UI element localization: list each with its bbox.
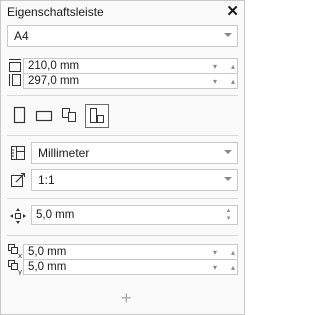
page-height-field[interactable]: 297,0 mm ▾ ▴ [23,73,238,89]
spin-up-icon[interactable]: ▴ [231,62,235,71]
all-pages-button[interactable] [59,105,81,127]
landscape-button[interactable] [34,105,56,127]
drawing-scale-icon [11,173,25,187]
divider [7,198,238,199]
spin-up-icon[interactable]: ▴ [231,248,235,257]
current-page-button[interactable] [85,104,109,128]
spin-down-icon[interactable]: ▾ [213,248,217,257]
page-height-icon [9,74,21,86]
property-bar-panel: Eigenschaftsleiste ✕ A4 210,0 mm ▾ ▴ 297… [0,0,245,315]
duplicate-x-icon: x [8,244,22,259]
panel-titlebar: Eigenschaftsleiste ✕ [1,1,244,23]
page-size-dropdown[interactable]: A4 [7,25,238,47]
units-icon [11,146,25,160]
spin-up-icon[interactable]: ▴ [231,263,235,272]
page-height-value: 297,0 mm [28,75,80,87]
portrait-button[interactable] [9,105,31,127]
chevron-down-icon [224,33,232,37]
landscape-icon [35,110,53,122]
chevron-down-icon [224,150,232,154]
spin-up-icon[interactable]: ▴ [231,77,235,86]
spin-down-icon[interactable]: ▾ [213,77,217,86]
duplicate-y-icon: y [8,260,22,275]
duplicate-x-value: 5,0 mm [28,246,67,258]
divider [7,135,238,136]
close-icon[interactable]: ✕ [226,2,239,20]
divider [7,95,238,96]
svg-text:y: y [18,268,22,275]
units-value: Millimeter [38,146,90,160]
spin-down-icon[interactable]: ▾ [213,263,217,272]
portrait-icon [13,106,26,124]
nudge-distance-value: 5,0 mm [36,209,75,221]
spin-down-icon[interactable]: ▾ [224,215,233,223]
chevron-down-icon [224,177,232,181]
nudge-icon [10,208,26,224]
duplicate-y-value: 5,0 mm [28,261,67,273]
spin-up-icon[interactable]: ▴ [224,207,233,215]
divider [7,235,238,236]
drawing-scale-dropdown[interactable]: 1:1 [31,169,238,191]
page-width-value: 210,0 mm [28,60,80,72]
duplicate-x-field[interactable]: 5,0 mm ▾ ▴ [23,244,238,260]
current-page-icon [90,108,104,123]
add-icon[interactable]: + [121,288,132,309]
units-dropdown[interactable]: Millimeter [31,142,238,164]
page-size-value: A4 [14,29,29,43]
panel-title: Eigenschaftsleiste [7,5,104,19]
duplicate-y-field[interactable]: 5,0 mm ▾ ▴ [23,259,238,275]
page-width-field[interactable]: 210,0 mm ▾ ▴ [23,58,238,74]
all-pages-icon [62,108,76,122]
svg-text:x: x [18,252,22,259]
page-width-icon [9,59,21,72]
spin-down-icon[interactable]: ▾ [213,62,217,71]
nudge-distance-field[interactable]: 5,0 mm ▴ ▾ [31,205,238,225]
drawing-scale-value: 1:1 [38,173,55,187]
